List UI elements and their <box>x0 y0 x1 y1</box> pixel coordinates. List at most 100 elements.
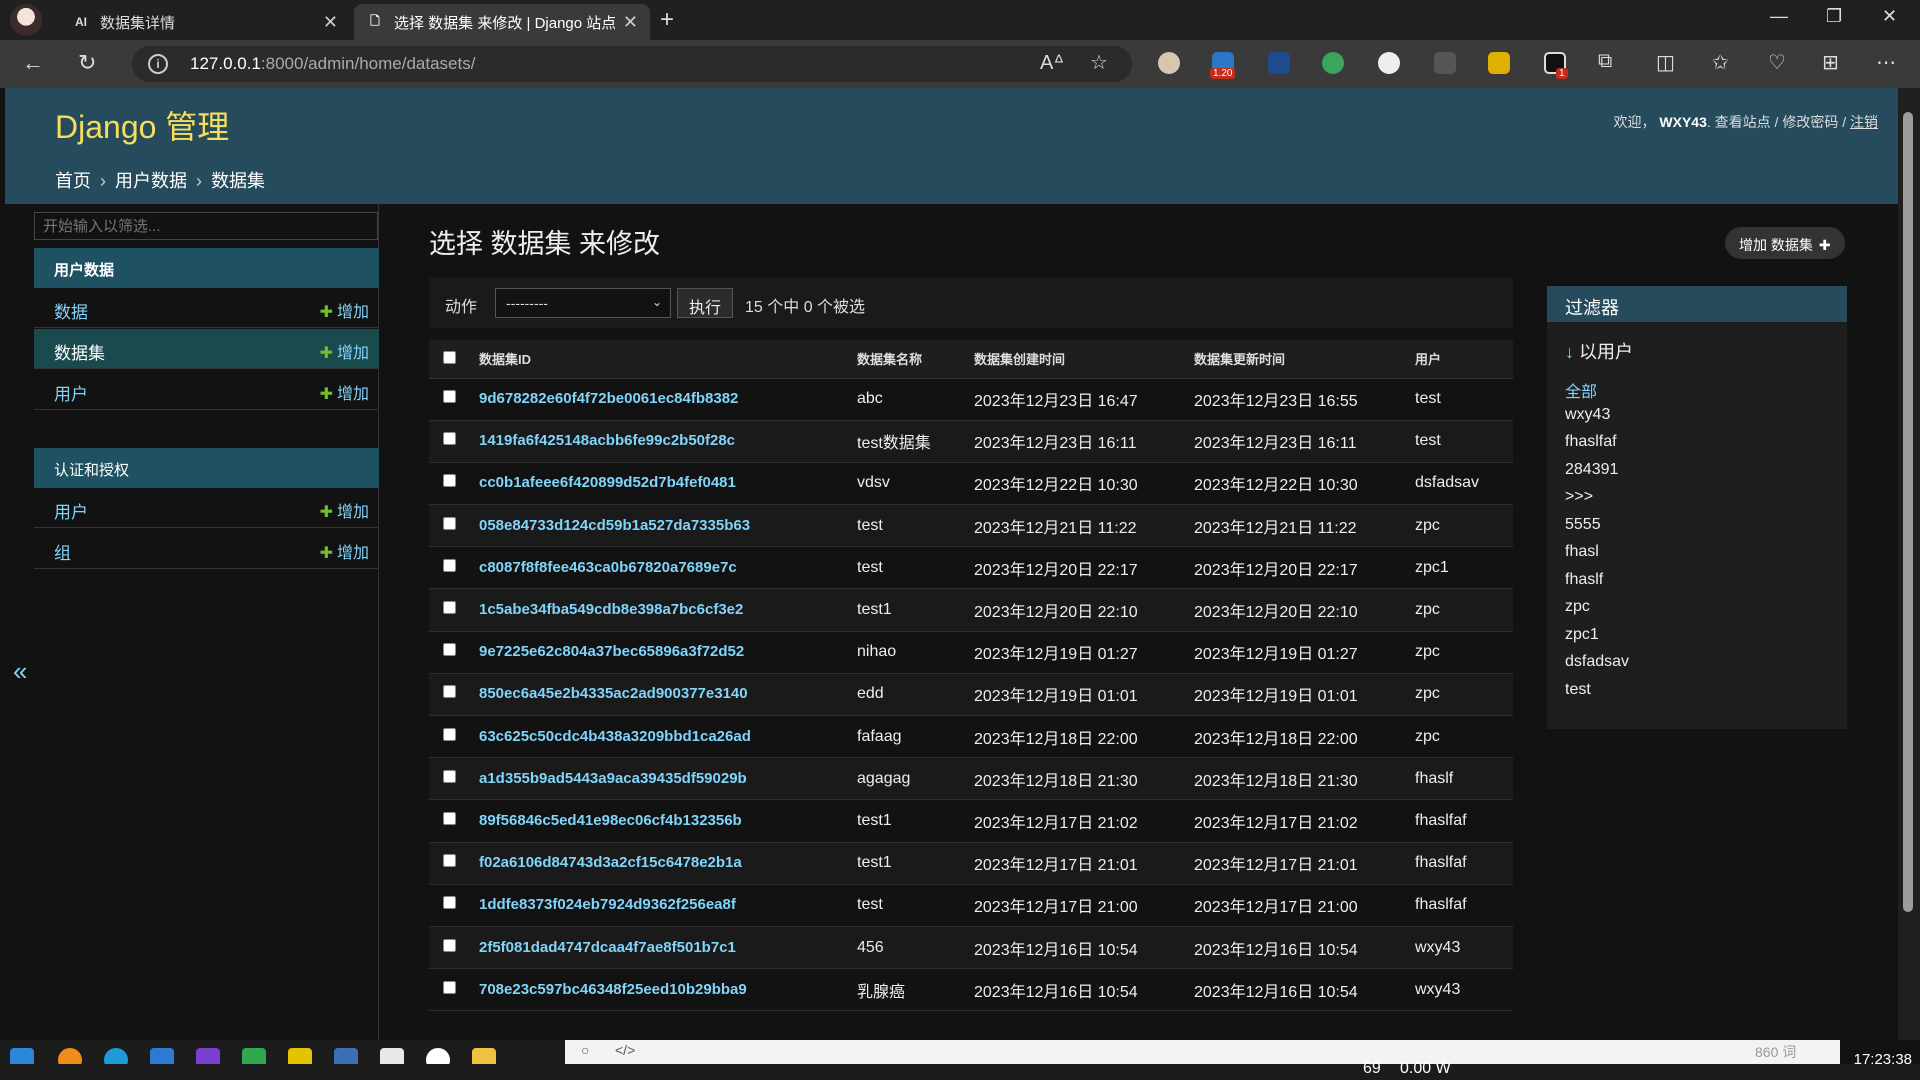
col-dataset-name[interactable]: 数据集名称 <box>849 340 966 379</box>
extension-globe-icon[interactable] <box>1322 52 1344 74</box>
site-info-icon[interactable]: i <box>148 54 168 74</box>
table-row[interactable]: a1d355b9ad5443a9aca39435df59029b agagag 20… <box>429 757 1513 801</box>
row-checkbox[interactable] <box>443 685 456 699</box>
filter-option[interactable]: 284391 <box>1565 461 1618 479</box>
address-bar[interactable]: i 127.0.0.1 :8000/admin/home/datasets/ <box>132 46 1132 82</box>
filter-option[interactable]: zpc <box>1565 598 1590 616</box>
filter-option[interactable]: zpc1 <box>1565 626 1599 644</box>
profile-avatar[interactable] <box>10 4 42 36</box>
dataset-id-link[interactable]: 850ec6a45e2b4335ac2ad900377e3140 <box>479 685 748 702</box>
collections-icon[interactable]: ⊞ <box>1822 50 1839 75</box>
sidebar-item-users[interactable]: 用户 ✚ 增加 <box>34 370 379 410</box>
dataset-id-link[interactable]: 058e84733d124cd59b1a527da7335b63 <box>479 517 750 534</box>
module-caption-auth[interactable]: 认证和授权 <box>34 448 379 488</box>
table-row[interactable]: 2f5f081dad4747dcaa4f7ae8f501b7c1 456 2023年… <box>429 926 1513 970</box>
table-row[interactable]: 1c5abe34fba549cdb8e398a7bc6cf3e2 test1 202… <box>429 588 1513 632</box>
sidebar-item-datasets[interactable]: 数据集 ✚ 增加 <box>34 329 379 369</box>
sidebar-item-label[interactable]: 用户 <box>54 503 88 522</box>
sidebar-item-label[interactable]: 组 <box>54 544 71 563</box>
row-checkbox[interactable] <box>443 938 456 952</box>
dataset-id-link[interactable]: 63c625c50cdc4b438a3209bbd1ca26ad <box>479 728 751 745</box>
row-checkbox[interactable] <box>443 432 456 446</box>
system-clock[interactable]: 17:23:38 <box>1854 1051 1912 1068</box>
row-checkbox[interactable] <box>443 980 456 994</box>
add-link[interactable]: ✚ 增加 <box>320 498 369 522</box>
favorite-star-icon[interactable]: ☆ <box>1090 50 1108 75</box>
dataset-id-link[interactable]: 1ddfe8373f024eb7924d9362f256ea8f <box>479 896 736 913</box>
sidebar-item-label[interactable]: 数据集 <box>54 344 105 363</box>
restore-icon[interactable]: ❐ <box>1826 6 1842 27</box>
close-tab-icon[interactable]: ✕ <box>323 12 338 33</box>
tab-datasets-admin[interactable]: 🗋 选择 数据集 来修改 | Django 站点 ✕ <box>354 4 650 40</box>
refresh-icon[interactable]: ↻ <box>78 50 96 76</box>
table-row[interactable]: 708e23c597bc46348f25eed10b29bba9 乳腺癌 2023年… <box>429 968 1513 1012</box>
new-tab-icon[interactable]: + <box>660 6 674 34</box>
filter-option[interactable]: 5555 <box>1565 516 1601 534</box>
row-checkbox[interactable] <box>443 727 456 741</box>
table-row[interactable]: 9d678282e60f4f72be0061ec84fb8382 abc 2023年… <box>429 378 1513 421</box>
filter-option[interactable]: fhaslf <box>1565 571 1603 589</box>
dataset-id-link[interactable]: a1d355b9ad5443a9aca39435df59029b <box>479 770 747 787</box>
row-checkbox[interactable] <box>443 643 456 657</box>
row-checkbox[interactable] <box>443 516 456 530</box>
close-window-icon[interactable]: ✕ <box>1882 6 1897 27</box>
breadcrumb-app[interactable]: 用户数据 <box>115 171 187 191</box>
dataset-id-link[interactable]: f02a6106d84743d3a2cf15c6478e2b1a <box>479 854 742 871</box>
dataset-id-link[interactable]: 1419fa6f425148acbb6fe99c2b50f28c <box>479 432 735 449</box>
col-dataset-id[interactable]: 数据集ID <box>471 340 849 379</box>
table-row[interactable]: 1419fa6f425148acbb6fe99c2b50f28c test数据集 2… <box>429 420 1513 463</box>
filter-option[interactable]: fhasl <box>1565 543 1599 561</box>
table-row[interactable]: 89f56846c5ed41e98ec06cf4b132356b test1 202… <box>429 799 1513 843</box>
extension-doc-icon[interactable] <box>1434 52 1456 74</box>
table-row[interactable]: c8087f8f8fee463ca0b67820a7689e7c test 2023… <box>429 546 1513 590</box>
filter-option[interactable]: dsfadsav <box>1565 653 1629 671</box>
dataset-id-link[interactable]: c8087f8f8fee463ca0b67820a7689e7c <box>479 559 737 576</box>
filter-option[interactable]: fhaslfaf <box>1565 433 1617 451</box>
dataset-id-link[interactable]: 2f5f081dad4747dcaa4f7ae8f501b7c1 <box>479 939 736 956</box>
table-row[interactable]: 63c625c50cdc4b438a3209bbd1ca26ad fafaag 20… <box>429 715 1513 759</box>
col-updated[interactable]: 数据集更新时间 <box>1186 340 1407 379</box>
table-row[interactable]: 9e7225e62c804a37bec65896a3f72d52 nihao 202… <box>429 631 1513 674</box>
action-select[interactable]: --------- ⌄ <box>495 288 671 318</box>
table-row[interactable]: f02a6106d84743d3a2cf15c6478e2b1a test1 202… <box>429 842 1513 885</box>
extension-hex-icon[interactable] <box>1268 52 1290 74</box>
sidebar-item-auth-users[interactable]: 用户 ✚ 增加 <box>34 488 379 528</box>
tab-dataset-detail[interactable]: AI 数据集详情 ✕ <box>60 4 350 40</box>
browser-health-icon[interactable]: ♡ <box>1768 50 1786 75</box>
dataset-id-link[interactable]: 1c5abe34fba549cdb8e398a7bc6cf3e2 <box>479 601 743 618</box>
row-checkbox[interactable] <box>443 896 456 910</box>
back-icon[interactable]: ← <box>22 50 44 76</box>
filter-option[interactable]: test <box>1565 681 1591 699</box>
row-checkbox[interactable] <box>443 769 456 783</box>
extensions-puzzle-icon[interactable]: ⧉ <box>1598 50 1612 73</box>
sidebar-item-data[interactable]: 数据 ✚ 增加 <box>34 288 379 328</box>
run-action-button[interactable]: 执行 <box>677 288 733 318</box>
table-row[interactable]: 850ec6a45e2b4335ac2ad900377e3140 edd 2023年… <box>429 673 1513 717</box>
dataset-id-link[interactable]: cc0b1afeee6f420899d52d7b4fef0481 <box>479 474 736 491</box>
nav-filter-input[interactable] <box>34 212 378 240</box>
filter-by-user-heading[interactable]: ↓ 以用户 <box>1565 338 1633 364</box>
filter-option[interactable]: >>> <box>1565 488 1593 506</box>
collapse-sidebar-icon[interactable]: « <box>13 656 27 687</box>
col-user[interactable]: 用户 <box>1407 340 1513 379</box>
add-link[interactable]: ✚ 增加 <box>320 339 369 363</box>
minimize-icon[interactable]: — <box>1770 6 1788 27</box>
dataset-id-link[interactable]: 9e7225e62c804a37bec65896a3f72d52 <box>479 643 744 660</box>
breadcrumb-home[interactable]: 首页 <box>55 171 91 191</box>
add-link[interactable]: ✚ 增加 <box>320 539 369 563</box>
dataset-id-link[interactable]: 708e23c597bc46348f25eed10b29bba9 <box>479 981 747 998</box>
filter-option[interactable]: wxy43 <box>1565 406 1610 424</box>
row-checkbox[interactable] <box>443 601 456 615</box>
select-all-checkbox[interactable] <box>443 350 456 364</box>
more-menu-icon[interactable]: ⋯ <box>1876 50 1896 75</box>
code-icon[interactable]: </> <box>615 1042 635 1058</box>
dataset-id-link[interactable]: 9d678282e60f4f72be0061ec84fb8382 <box>479 390 738 407</box>
row-checkbox[interactable] <box>443 474 456 488</box>
sidebar-item-label[interactable]: 用户 <box>54 385 88 404</box>
change-password-link[interactable]: 修改密码 <box>1782 114 1838 130</box>
sidebar-item-groups[interactable]: 组 ✚ 增加 <box>34 529 379 569</box>
extension-gauge-icon[interactable] <box>1378 52 1400 74</box>
add-dataset-button[interactable]: 增加 数据集 ✚ <box>1725 227 1845 259</box>
row-checkbox[interactable] <box>443 854 456 868</box>
table-row[interactable]: 1ddfe8373f024eb7924d9362f256ea8f test 2023… <box>429 884 1513 927</box>
